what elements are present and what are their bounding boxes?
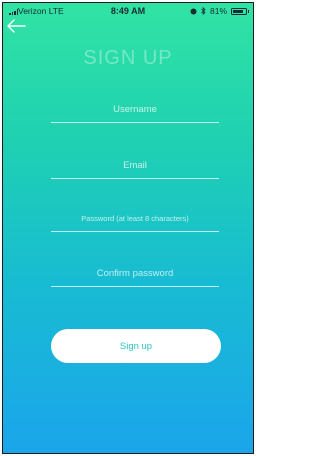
status-right-group: 81% xyxy=(190,6,249,16)
page-title: SIGN UP xyxy=(83,47,173,69)
arrow-left-icon xyxy=(7,19,26,33)
email-field[interactable] xyxy=(51,153,219,178)
username-field-container xyxy=(51,97,219,123)
signup-button[interactable]: Sign up xyxy=(51,329,221,363)
signup-screen: Verizon LTE 8:49 AM 81% SIGN UP Username… xyxy=(3,3,253,453)
confirm-password-field-container xyxy=(51,261,219,287)
username-field[interactable] xyxy=(51,97,219,122)
email-field-container xyxy=(51,153,219,179)
device-frame: Verizon LTE 8:49 AM 81% SIGN UP Username… xyxy=(2,2,254,454)
back-button[interactable] xyxy=(5,17,27,35)
battery-icon xyxy=(231,7,249,15)
battery-level-fill xyxy=(233,9,243,13)
bluetooth-icon xyxy=(201,7,206,15)
password-field[interactable] xyxy=(51,206,219,231)
password-field-container xyxy=(51,206,219,232)
alarm-icon xyxy=(190,8,197,14)
status-bar: Verizon LTE 8:49 AM 81% xyxy=(3,3,253,23)
battery-percent: 81% xyxy=(209,6,227,16)
confirm-password-field[interactable] xyxy=(51,261,219,286)
